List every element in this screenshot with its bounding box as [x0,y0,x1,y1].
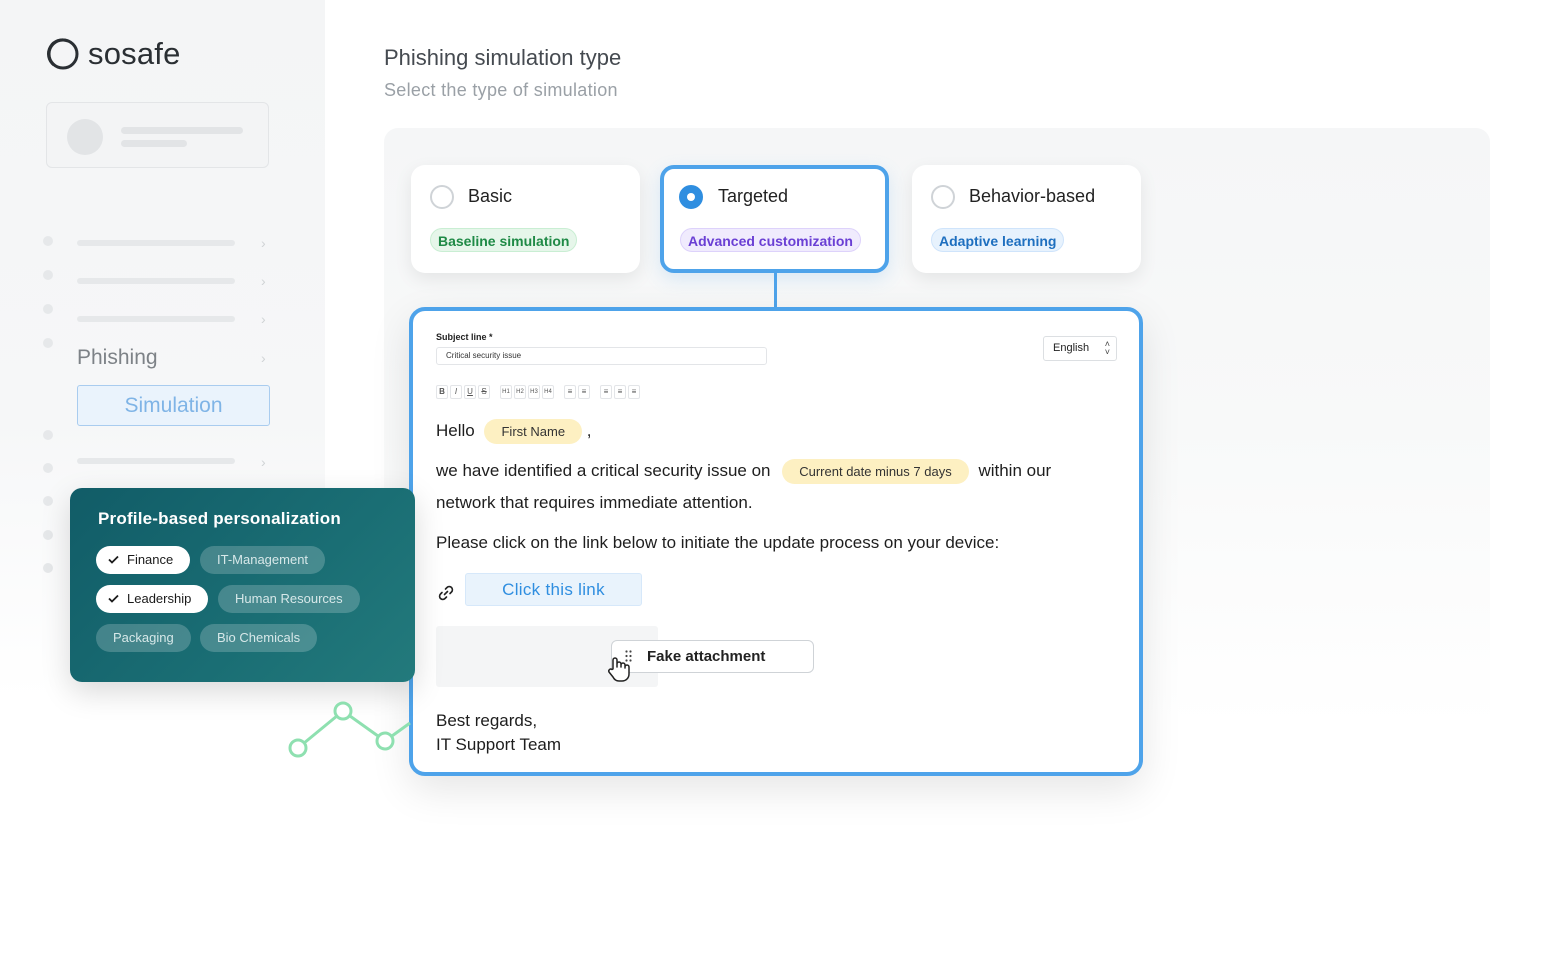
tag-label: Leadership [127,591,192,606]
chevron-right-icon: › [261,454,266,470]
option-card-behavior-based[interactable]: Behavior-based Adaptive learning [912,165,1141,273]
email-editor: Subject line * Critical security issue E… [409,307,1143,776]
select-arrows-icon: ˄ ˅ [1104,339,1110,357]
link-icon [436,583,456,603]
signoff-line-1: Best regards, [436,711,538,730]
nav-item-dot [43,430,53,440]
connector-line [774,272,777,308]
tag-bio-chemicals[interactable]: Bio Chemicals [200,624,318,652]
chevron-right-icon: › [261,235,266,251]
subject-line-label: Subject line * [436,332,493,342]
tag-finance[interactable]: Finance [96,546,191,574]
greeting-comma: , [586,420,592,440]
nav-item-dot [43,496,53,506]
nav-item-dot [43,463,53,473]
language-value: English [1053,342,1090,354]
phishing-link-button[interactable]: Click this link [465,573,642,606]
radio-targeted[interactable] [679,185,703,209]
fake-attachment-chip[interactable]: Fake attachment [611,640,814,673]
radio-basic[interactable] [430,185,454,209]
body-text-1a: we have identified a critical security i… [436,460,771,480]
option-label: Basic [468,186,513,206]
strikethrough-button[interactable]: S [478,385,490,399]
radio-behavior-based[interactable] [931,185,955,209]
logo: sosafe [46,36,181,72]
option-label: Behavior-based [969,186,1096,206]
date-variable[interactable]: Current date minus 7 days [782,459,969,484]
profile-role-placeholder [121,140,187,147]
personalization-title: Profile-based personalization [98,509,341,528]
tag-label: Bio Chemicals [217,630,301,645]
chevron-right-icon: › [261,311,266,327]
subject-line-input[interactable]: Critical security issue [436,347,767,365]
underline-button[interactable]: U [464,385,476,399]
body-line-1: we have identified a critical security i… [436,459,1051,484]
nav-item-dot [43,304,53,314]
tag-label: Packaging [113,630,174,645]
greeting-text: Hello [436,420,475,440]
align-center-icon[interactable]: ≡ [614,385,626,399]
page-subtitle: Select the type of simulation [384,80,618,100]
bullet-list-icon[interactable]: ≡ [564,385,576,399]
check-icon [108,594,119,603]
signoff-line-2: IT Support Team [436,735,562,754]
tag-leadership[interactable]: Leadership [96,585,209,613]
brand-name: sosafe [88,36,181,71]
check-icon [108,555,119,564]
nav-item-placeholder[interactable] [77,240,235,246]
nav-item-placeholder[interactable] [77,316,235,322]
numbered-list-icon[interactable]: ≡ [578,385,590,399]
heading-4-button[interactable]: H4 [542,385,554,399]
hand-cursor-icon [605,655,631,683]
align-right-icon[interactable]: ≡ [628,385,640,399]
sidebar-item-simulation[interactable]: Simulation [77,385,270,426]
tag-label: IT-Management [217,552,309,567]
option-card-targeted[interactable]: Targeted Advanced customization [660,165,889,273]
body-line-3: Please click on the link below to initia… [436,533,1000,552]
nav-item-dot [43,236,53,246]
option-badge: Adaptive learning [931,228,1065,252]
user-profile-card[interactable] [46,102,269,168]
heading-1-button[interactable]: H1 [500,385,512,399]
profile-name-placeholder [121,127,243,134]
nav-item-dot [43,270,53,280]
profile-personalization-card: Profile-based personalization Finance IT… [70,488,415,682]
nav-item-dot [43,530,53,540]
bold-button[interactable]: B [436,385,448,399]
option-badge: Baseline simulation [430,228,578,252]
align-left-icon[interactable]: ≡ [600,385,612,399]
chevron-right-icon: › [261,273,266,289]
first-name-variable[interactable]: First Name [484,419,583,444]
heading-2-button[interactable]: H2 [514,385,526,399]
formatting-toolbar: B I U S H1 H2 H3 H4 ≡ ≡ ≡ ≡ ≡ [436,385,640,399]
tag-it-management[interactable]: IT-Management [200,546,326,574]
attachment-label: Fake attachment [647,648,766,665]
tag-label: Human Resources [235,591,343,606]
page-title: Phishing simulation type [384,45,622,70]
option-badge: Advanced customization [680,228,861,252]
tag-label: Finance [127,552,174,567]
tag-packaging[interactable]: Packaging [96,624,191,652]
nav-item-placeholder[interactable] [77,458,235,464]
nav-item-placeholder[interactable] [77,278,235,284]
option-label: Targeted [718,186,789,206]
nav-item-dot [43,338,53,348]
avatar [67,119,103,155]
chevron-right-icon: › [261,350,266,366]
greeting-line: Hello First Name , [436,419,592,444]
sosafe-logo-icon [46,37,80,71]
body-line-2: network that requires immediate attentio… [436,493,753,512]
language-select[interactable]: English ˄ ˅ [1043,336,1117,361]
body-text-1b: within our [978,460,1052,480]
heading-3-button[interactable]: H3 [528,385,540,399]
decorative-line-graph [288,701,411,758]
nav-item-dot [43,563,53,573]
tag-human-resources[interactable]: Human Resources [218,585,360,613]
italic-button[interactable]: I [450,385,462,399]
sidebar-item-phishing[interactable]: Phishing [77,346,158,370]
option-card-basic[interactable]: Basic Baseline simulation [411,165,640,273]
